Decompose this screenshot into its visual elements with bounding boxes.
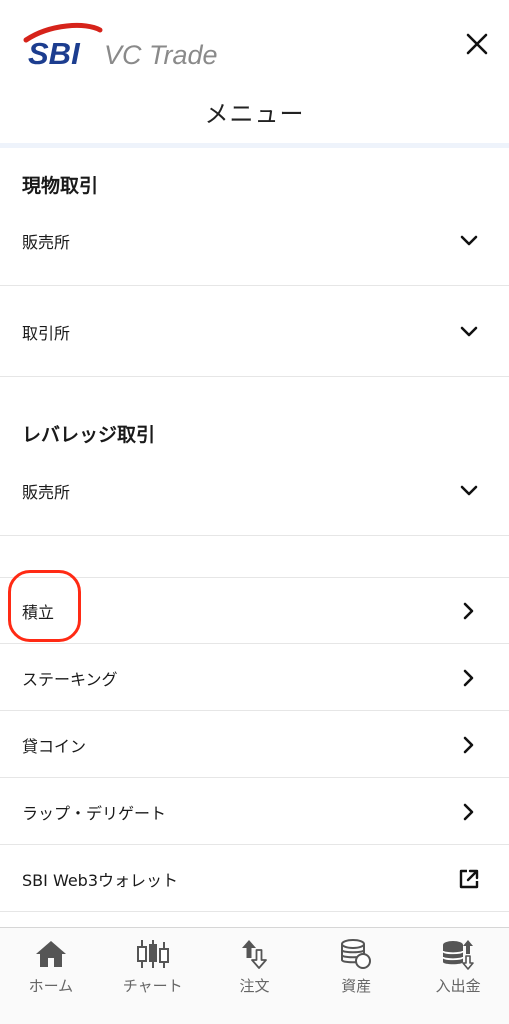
tab-label: 注文 <box>239 977 270 995</box>
tab-home[interactable]: ホーム <box>0 928 102 1024</box>
menu-item-lending[interactable]: 貸コイン <box>0 712 509 778</box>
menu-item-label: SBI Web3ウォレット <box>22 870 179 890</box>
chevron-right-icon <box>457 599 481 623</box>
menu-item-staking[interactable]: ステーキング <box>0 645 509 711</box>
menu-item-label: 販売所 <box>22 482 71 502</box>
home-icon <box>33 937 69 971</box>
sbi-vc-trade-logo: SBI VC Trade <box>20 18 230 74</box>
coins-icon <box>338 937 374 971</box>
header: SBI VC Trade メニュー <box>0 0 509 148</box>
menu-item-spot-otc[interactable]: 販売所 <box>0 196 509 286</box>
tab-deposit-withdraw[interactable]: 入出金 <box>407 928 509 1024</box>
tab-chart[interactable]: チャート <box>102 928 204 1024</box>
order-arrows-icon <box>236 937 272 971</box>
deposit-withdraw-icon <box>440 937 476 971</box>
tab-assets[interactable]: 資産 <box>305 928 407 1024</box>
page-title: メニュー <box>204 100 305 128</box>
logo-sbi-text: SBI <box>28 36 81 71</box>
section-heading-leverage: レバレッジ取引 <box>22 424 156 446</box>
close-icon <box>466 33 488 55</box>
chevron-right-icon <box>457 800 481 824</box>
menu-item-wrap-delegate[interactable]: ラップ・デリゲート <box>0 779 509 845</box>
logo-vctrade-text: VC Trade <box>104 40 218 70</box>
section-heading-spot: 現物取引 <box>22 175 99 197</box>
menu-item-label: ラップ・デリゲート <box>22 803 167 823</box>
chevron-down-icon <box>457 229 481 253</box>
menu-item-spot-exchange[interactable]: 取引所 <box>0 287 509 377</box>
menu-item-web3-wallet[interactable]: SBI Web3ウォレット <box>0 846 509 912</box>
candlestick-chart-icon <box>135 937 171 971</box>
menu-item-label: 貸コイン <box>22 736 87 756</box>
chevron-down-icon <box>457 320 481 344</box>
menu-item-label: 取引所 <box>22 323 71 343</box>
menu-item-label: 積立 <box>22 602 55 622</box>
tab-label: 資産 <box>341 977 372 995</box>
tab-order[interactable]: 注文 <box>204 928 306 1024</box>
tab-label: ホーム <box>28 977 74 995</box>
menu-item-label: ステーキング <box>22 669 118 689</box>
close-button[interactable] <box>459 26 495 62</box>
tab-label: 入出金 <box>435 977 481 995</box>
tab-label: チャート <box>122 977 183 995</box>
menu-item-leverage-otc[interactable]: 販売所 <box>0 446 509 536</box>
menu-item-accumulation[interactable]: 積立 <box>0 578 509 644</box>
chevron-down-icon <box>457 479 481 503</box>
spacer-row <box>0 537 509 578</box>
bottom-tab-bar: ホーム チャート 注文 資産 入出金 <box>0 927 509 1024</box>
external-link-icon <box>457 867 481 891</box>
header-divider <box>0 143 509 148</box>
menu-item-label: 販売所 <box>22 232 71 252</box>
chevron-right-icon <box>457 666 481 690</box>
chevron-right-icon <box>457 733 481 757</box>
